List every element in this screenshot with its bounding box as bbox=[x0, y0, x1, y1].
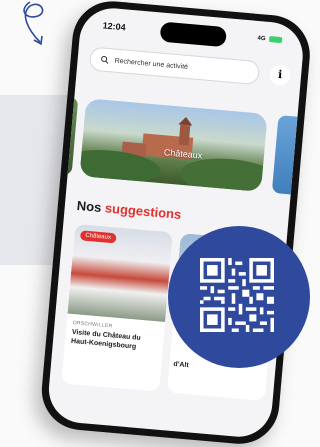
suggestions-heading: Nos suggestions bbox=[76, 198, 182, 222]
suggestion-title-2: d'Alt bbox=[173, 360, 189, 370]
search-placeholder: Rechercher une activité bbox=[114, 57, 189, 71]
phone-screen: 12:04 4G Rechercher une activité i Châte… bbox=[46, 5, 306, 440]
castle-image bbox=[79, 117, 268, 192]
info-button[interactable]: i bbox=[269, 64, 291, 86]
category-card-next[interactable] bbox=[271, 115, 306, 197]
search-input[interactable]: Rechercher une activité bbox=[88, 46, 261, 86]
status-time: 12:04 bbox=[102, 20, 127, 33]
signal-label: 4G bbox=[257, 35, 266, 43]
suggestion-image: Châteaux bbox=[67, 223, 173, 322]
status-icons: 4G bbox=[257, 35, 283, 44]
suggestions-title-accent: suggestions bbox=[104, 200, 182, 222]
category-card-chateaux[interactable]: Châteaux bbox=[79, 98, 268, 192]
category-tag: Châteaux bbox=[79, 230, 117, 244]
arrow-doodle-icon bbox=[23, 1, 44, 46]
search-icon bbox=[101, 55, 109, 64]
suggestion-card[interactable]: Châteaux ORSCHWILLER Visite du Château d… bbox=[61, 223, 173, 392]
battery-icon bbox=[268, 36, 283, 44]
suggestions-title-prefix: Nos bbox=[76, 197, 106, 216]
qr-code-icon[interactable] bbox=[200, 258, 274, 332]
phone-mockup: 12:04 4G Rechercher une activité i Châte… bbox=[38, 0, 314, 447]
dynamic-island bbox=[159, 21, 228, 48]
